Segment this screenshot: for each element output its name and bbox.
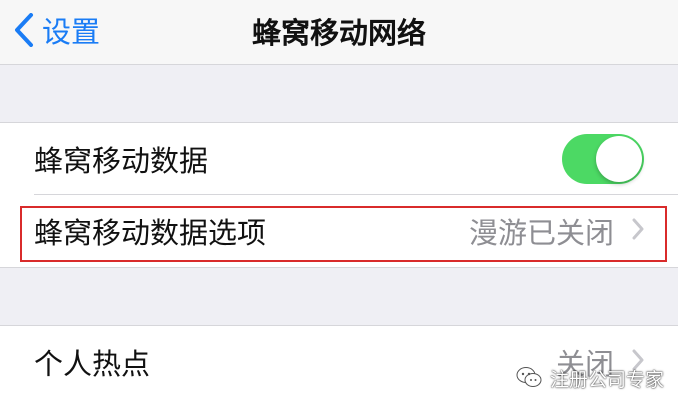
chevron-right-icon: [632, 218, 644, 244]
cellular-data-row: 蜂窝移动数据: [0, 123, 678, 195]
cellular-section: 蜂窝移动数据 蜂窝移动数据选项 漫游已关闭: [0, 122, 678, 268]
watermark: 注册公司专家: [516, 365, 664, 392]
roaming-status-value: 漫游已关闭: [468, 216, 614, 250]
cellular-options-row[interactable]: 蜂窝移动数据选项 漫游已关闭: [0, 195, 678, 267]
page-title: 蜂窝移动网络: [251, 16, 426, 50]
toggle-knob: [596, 136, 642, 182]
settings-screen: 设置 蜂窝移动网络 蜂窝移动数据 蜂窝移动数据选项 漫游已关闭 个人热点 关闭 …: [0, 0, 678, 408]
navigation-bar: 设置 蜂窝移动网络: [0, 0, 678, 65]
cellular-data-toggle[interactable]: [562, 134, 644, 184]
wechat-icon: [516, 366, 542, 392]
cellular-data-label: 蜂窝移动数据: [34, 144, 209, 178]
watermark-text: 注册公司专家: [549, 369, 664, 391]
personal-hotspot-label: 个人热点: [34, 347, 151, 381]
cellular-options-label: 蜂窝移动数据选项: [34, 216, 267, 250]
